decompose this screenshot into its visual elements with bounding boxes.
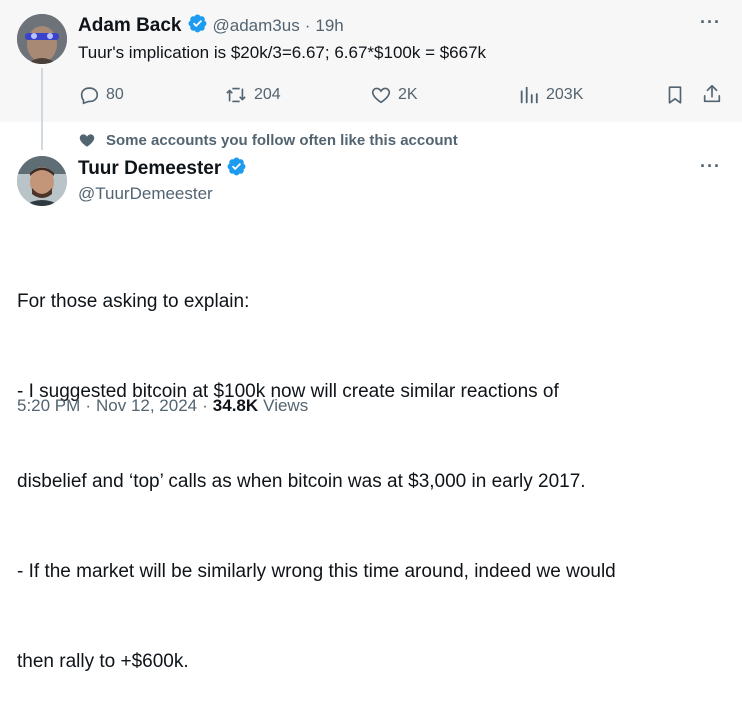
analytics-icon [520,86,538,104]
more-options-icon[interactable]: ··· [700,12,721,33]
dot-separator: · [304,16,311,35]
like-button[interactable]: 2K [370,84,418,106]
social-context-text: Some accounts you follow often like this… [106,131,458,149]
parent-tweet[interactable]: Adam Back @adam3us · 19h ··· Tuur's impl… [0,0,742,150]
heart-filled-icon [79,134,95,147]
thread-connector [41,68,43,150]
avatar-image [17,156,67,206]
repost-count: 204 [254,86,281,103]
timestamp[interactable]: 19h [315,16,343,36]
display-name[interactable]: Adam Back [78,15,182,37]
tweet-time[interactable]: 5:20 PM [17,396,80,416]
repost-icon [226,87,246,103]
heart-icon [371,87,391,104]
reply-button[interactable]: 80 [78,84,124,106]
tweet-text-line: disbelief and ‘top’ calls as when bitcoi… [17,471,586,492]
reply-count: 80 [106,86,124,103]
repost-button[interactable]: 204 [224,84,281,106]
views-label: Views [263,396,309,415]
share-icon [703,84,721,103]
reply-icon [80,87,99,105]
bookmark-icon [668,86,682,104]
views-count: 203K [546,86,584,103]
parent-tweet-text: Tuur's implication is $20k/3=6.67; 6.67*… [78,43,487,62]
tweet-text-line: - If the market will be similarly wrong … [17,561,616,582]
parent-tweet-header: Adam Back @adam3us · 19h [78,13,344,39]
verified-badge-icon [187,13,208,39]
avatar-image [17,14,67,64]
handle[interactable]: @TuurDemeester [78,184,213,204]
avatar[interactable] [17,156,67,206]
tweet-header: Tuur Demeester [78,156,247,182]
avatar[interactable] [17,14,67,64]
share-button[interactable] [701,83,723,110]
tweet-date[interactable]: Nov 12, 2024 [96,396,197,416]
views-count: 34.8K [212,396,259,415]
like-count: 2K [398,86,418,103]
handle[interactable]: @adam3us [213,16,300,36]
tweet-text-line: then rally to +$600k. [17,651,189,672]
views-button[interactable]: 203K [518,84,583,106]
social-context: Some accounts you follow often like this… [78,131,458,149]
tweet-meta: 5:20 PM · Nov 12, 2024 · 34.8K Views [17,396,308,416]
dot-separator: · [85,396,91,415]
bookmark-button[interactable] [664,84,686,111]
dot-separator: · [202,396,208,415]
tweet-text-line: For those asking to explain: [17,291,250,312]
display-name[interactable]: Tuur Demeester [78,158,221,180]
verified-badge-icon [226,156,247,182]
tweet-text: For those asking to explain: - I suggest… [17,227,616,707]
more-options-icon[interactable]: ··· [700,156,721,177]
